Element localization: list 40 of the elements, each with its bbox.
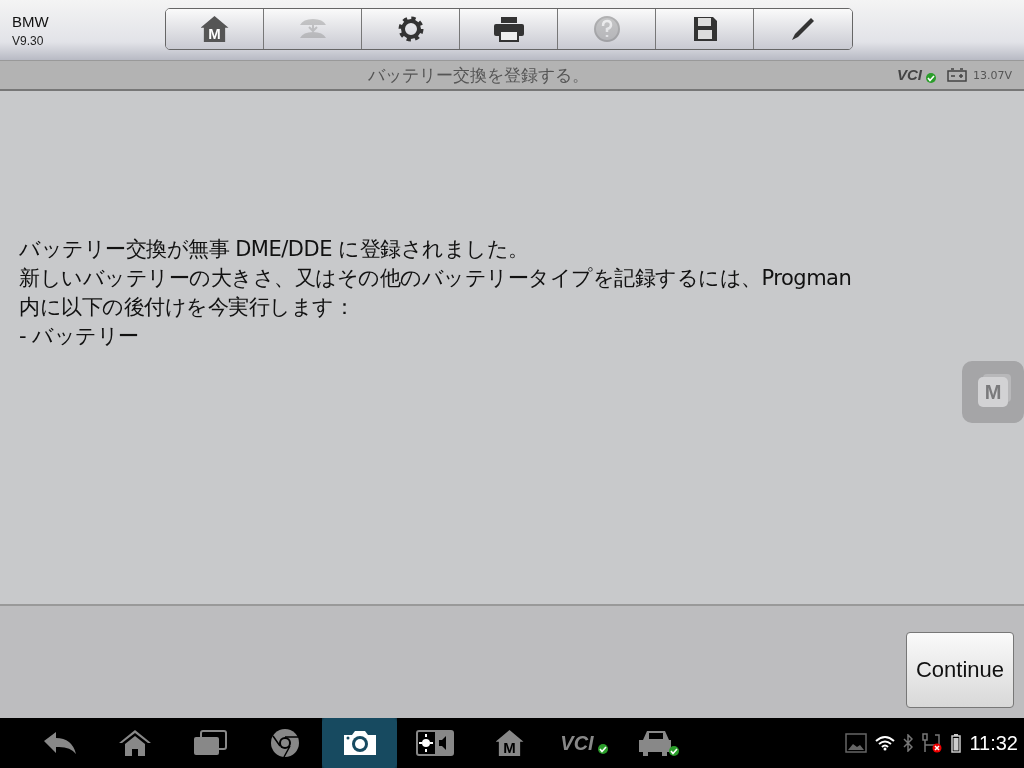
brightness-volume-icon	[415, 730, 454, 756]
printer-icon	[492, 16, 525, 42]
browser-icon	[269, 728, 300, 758]
app-icon: M	[495, 730, 524, 756]
toolbar-button[interactable]: M	[166, 9, 264, 49]
camera-icon	[341, 729, 378, 757]
app-version: V9.30	[12, 33, 45, 48]
app-name: BMW	[12, 12, 50, 30]
recent-apps-icon	[192, 730, 227, 756]
toolbar-button[interactable]	[754, 9, 852, 49]
continue-button[interactable]: Continue	[906, 632, 1014, 708]
car-icon	[638, 728, 681, 758]
message-line: 新しいバッテリーの大きさ、又はその他のバッテリータイプを記録するには、Progman	[19, 264, 853, 292]
toolbar-button[interactable]	[362, 9, 460, 49]
back-icon	[42, 731, 77, 755]
toolbar-button[interactable]	[460, 9, 558, 49]
settings-icon	[396, 15, 425, 43]
pencil-icon	[790, 16, 816, 42]
message-line: 内に以下の後付けを今実行します：	[19, 293, 355, 321]
network-error-icon	[921, 733, 944, 753]
vci-icon: VCI	[560, 731, 597, 755]
home-icon: M	[200, 16, 229, 42]
message-line: バッテリー交換が無事 DME/DDE に登録されました。	[19, 235, 530, 263]
image-icon	[845, 733, 868, 753]
nav-button[interactable]: VCI	[547, 718, 622, 768]
message-line: - バッテリー	[19, 322, 140, 350]
battery-level-icon	[951, 733, 962, 753]
help-icon	[592, 15, 621, 43]
page-title: バッテリー交換を登録する。	[367, 63, 590, 87]
vci-status: VCI	[896, 66, 923, 84]
save-icon	[691, 15, 718, 43]
clock: 11:32	[969, 731, 1018, 755]
battery-voltage: 13.07V	[973, 68, 1012, 82]
nav-button[interactable]: M	[472, 718, 547, 768]
toolbar-button[interactable]	[656, 9, 754, 49]
battery-icon	[947, 68, 967, 82]
home-icon	[117, 729, 152, 757]
check-icon	[596, 743, 609, 755]
nav-button[interactable]	[322, 718, 397, 768]
floating-m-label: M	[978, 377, 1008, 407]
